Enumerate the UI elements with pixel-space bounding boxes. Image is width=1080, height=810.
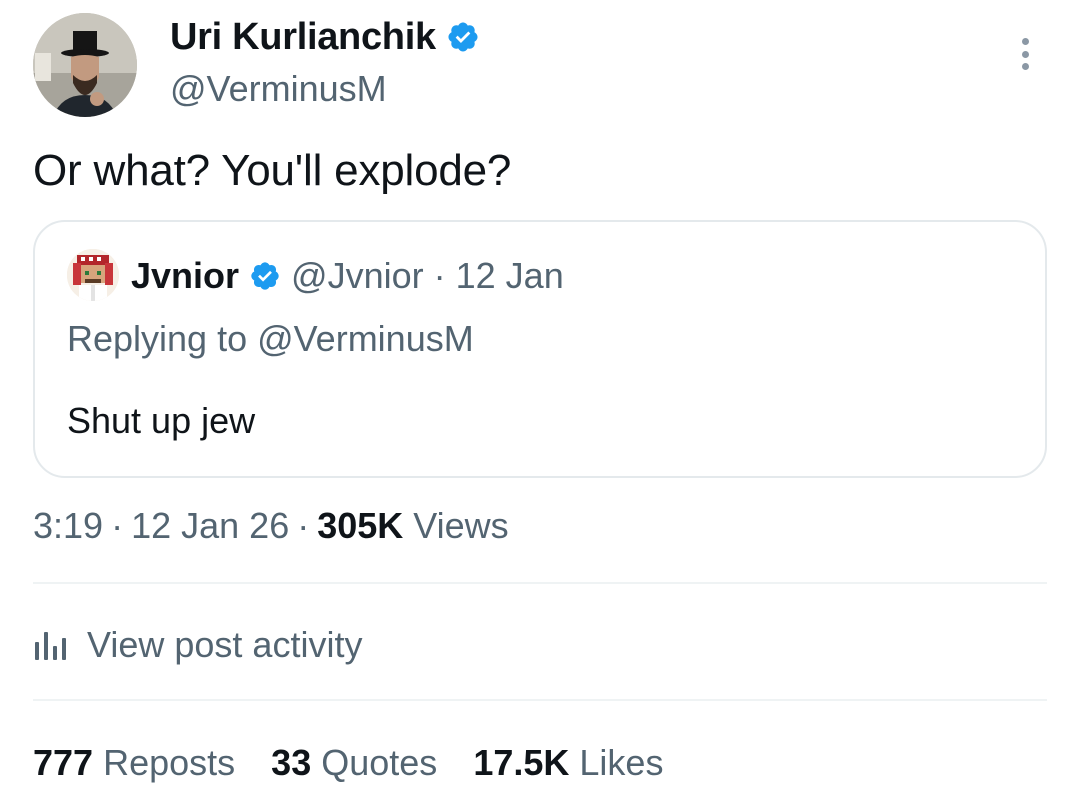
separator-dot: ·	[433, 255, 446, 296]
views-label: Views	[413, 505, 509, 546]
author-avatar[interactable]	[33, 13, 137, 117]
likes-count: 17.5K	[473, 742, 570, 783]
reposts-stat[interactable]: 777 Reposts	[33, 742, 235, 784]
reposts-label: Reposts	[103, 742, 236, 783]
divider	[33, 582, 1047, 584]
verified-badge-icon[interactable]	[446, 20, 480, 54]
tweet-time[interactable]: 3:19	[33, 505, 103, 546]
separator-dot: ·	[111, 505, 124, 546]
author-handle[interactable]: @VerminusM	[170, 68, 387, 110]
more-options-button[interactable]	[1003, 30, 1047, 78]
quoted-tweet-card[interactable]: Jvnior @Jvnior · 12 Jan Replying to @Ver…	[33, 220, 1047, 478]
tweet-date[interactable]: 12 Jan 26	[131, 505, 289, 546]
quoted-tweet-text: Shut up jew	[67, 400, 256, 441]
quoted-display-name[interactable]: Jvnior	[131, 255, 239, 297]
author-name-row[interactable]: Uri Kurlianchik	[170, 14, 480, 60]
view-post-activity-link[interactable]: View post activity	[33, 620, 362, 670]
quoted-author-avatar[interactable]	[67, 249, 119, 301]
author-display-name[interactable]: Uri Kurlianchik	[170, 16, 436, 59]
quoted-date[interactable]: 12 Jan	[456, 255, 564, 297]
reposts-count: 777	[33, 742, 94, 783]
quotes-stat[interactable]: 33 Quotes	[271, 742, 437, 784]
replying-to-label: Replying to @VerminusM	[67, 318, 474, 359]
tweet-meta: 3:19 · 12 Jan 26 · 305K Views	[33, 505, 509, 547]
likes-stat[interactable]: 17.5K Likes	[473, 742, 663, 784]
quoted-handle[interactable]: @Jvnior	[291, 255, 424, 297]
quotes-count: 33	[271, 742, 312, 783]
pixel-art-avatar-icon	[67, 249, 119, 301]
verified-badge-icon	[249, 260, 281, 292]
more-options-icon	[1021, 38, 1029, 45]
view-post-activity-label: View post activity	[87, 624, 363, 665]
separator-dot: ·	[297, 505, 310, 546]
analytics-bars-icon	[35, 632, 66, 660]
quotes-label: Quotes	[321, 742, 438, 783]
engagement-stats: 777 Reposts 33 Quotes 17.5K Likes	[33, 738, 699, 788]
divider	[33, 699, 1047, 701]
tweet-text: Or what? You'll explode?	[33, 146, 512, 195]
profile-photo-icon	[33, 13, 137, 117]
likes-label: Likes	[579, 742, 664, 783]
quoted-tweet-header: Jvnior @Jvnior · 12 Jan	[131, 252, 564, 300]
views-count: 305K	[317, 505, 404, 546]
